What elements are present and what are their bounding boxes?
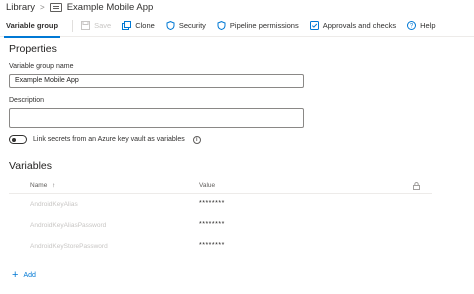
description-field[interactable]	[9, 108, 304, 128]
table-row[interactable]: AndroidKeyAliasPassword ********	[9, 215, 432, 236]
variable-group-name-field[interactable]: Example Mobile App	[9, 74, 304, 88]
add-variable-button[interactable]: + Add	[12, 270, 36, 281]
tab-variable-group-label: Variable group	[6, 21, 59, 30]
variables-table: Name ↑ Value AndroidKeyAlias ******** An…	[9, 178, 432, 257]
link-secrets-toggle[interactable]	[9, 135, 27, 144]
save-button[interactable]: Save	[81, 21, 111, 30]
help-icon: ?	[407, 21, 417, 30]
breadcrumb-library-link[interactable]: Library	[6, 2, 35, 13]
variable-value: ********	[199, 221, 225, 228]
security-button-label: Security	[178, 21, 206, 30]
breadcrumb: Library > Example Mobile App	[6, 0, 153, 14]
toolbar: Variable group Save Clone Security Pipel…	[0, 15, 474, 38]
sort-ascending-icon: ↑	[52, 182, 56, 189]
variables-heading: Variables	[9, 160, 52, 172]
security-button[interactable]: Security	[166, 21, 206, 30]
approvals-and-checks-button[interactable]: Approvals and checks	[309, 21, 397, 30]
help-button[interactable]: ? Help	[407, 21, 436, 30]
checklist-icon	[309, 21, 319, 30]
save-icon	[81, 21, 91, 30]
pipeline-permissions-button-label: Pipeline permissions	[229, 21, 299, 30]
link-secrets-label: Link secrets from an Azure key vault as …	[33, 136, 185, 143]
toolbar-divider	[72, 19, 74, 32]
clone-icon	[122, 21, 132, 30]
variable-group-name-label: Variable group name	[9, 63, 74, 70]
add-variable-label: Add	[23, 272, 36, 279]
description-label: Description	[9, 97, 45, 104]
table-row[interactable]: AndroidKeyAlias ********	[9, 194, 432, 215]
table-row[interactable]: AndroidKeyStorePassword ********	[9, 236, 432, 257]
info-icon[interactable]: i	[192, 135, 201, 144]
column-header-value: Value	[199, 182, 216, 189]
help-button-label: Help	[420, 21, 436, 30]
tab-variable-group[interactable]: Variable group	[0, 15, 64, 38]
link-secrets-row: Link secrets from an Azure key vault as …	[9, 135, 201, 144]
variable-name: AndroidKeyAliasPassword	[30, 222, 107, 229]
variable-value: ********	[199, 200, 225, 207]
save-button-label: Save	[94, 21, 112, 30]
variable-name: AndroidKeyAlias	[30, 201, 78, 208]
breadcrumb-separator: >	[40, 2, 45, 12]
clone-button[interactable]: Clone	[122, 21, 155, 30]
variable-group-icon	[49, 2, 62, 12]
lock-icon	[413, 182, 420, 192]
properties-heading: Properties	[9, 43, 57, 55]
shield-icon	[166, 21, 175, 30]
plus-icon: +	[12, 269, 19, 281]
pipeline-permissions-button[interactable]: Pipeline permissions	[217, 21, 299, 30]
shield-icon	[217, 21, 226, 30]
breadcrumb-current: Example Mobile App	[66, 1, 154, 13]
table-header: Name ↑ Value	[9, 178, 432, 194]
variable-value: ********	[199, 242, 225, 249]
clone-button-label: Clone	[135, 21, 155, 30]
column-header-name[interactable]: Name ↑	[30, 182, 55, 189]
approvals-and-checks-button-label: Approvals and checks	[322, 21, 397, 30]
column-header-name-label: Name	[30, 182, 48, 189]
variable-name: AndroidKeyStorePassword	[30, 243, 108, 250]
